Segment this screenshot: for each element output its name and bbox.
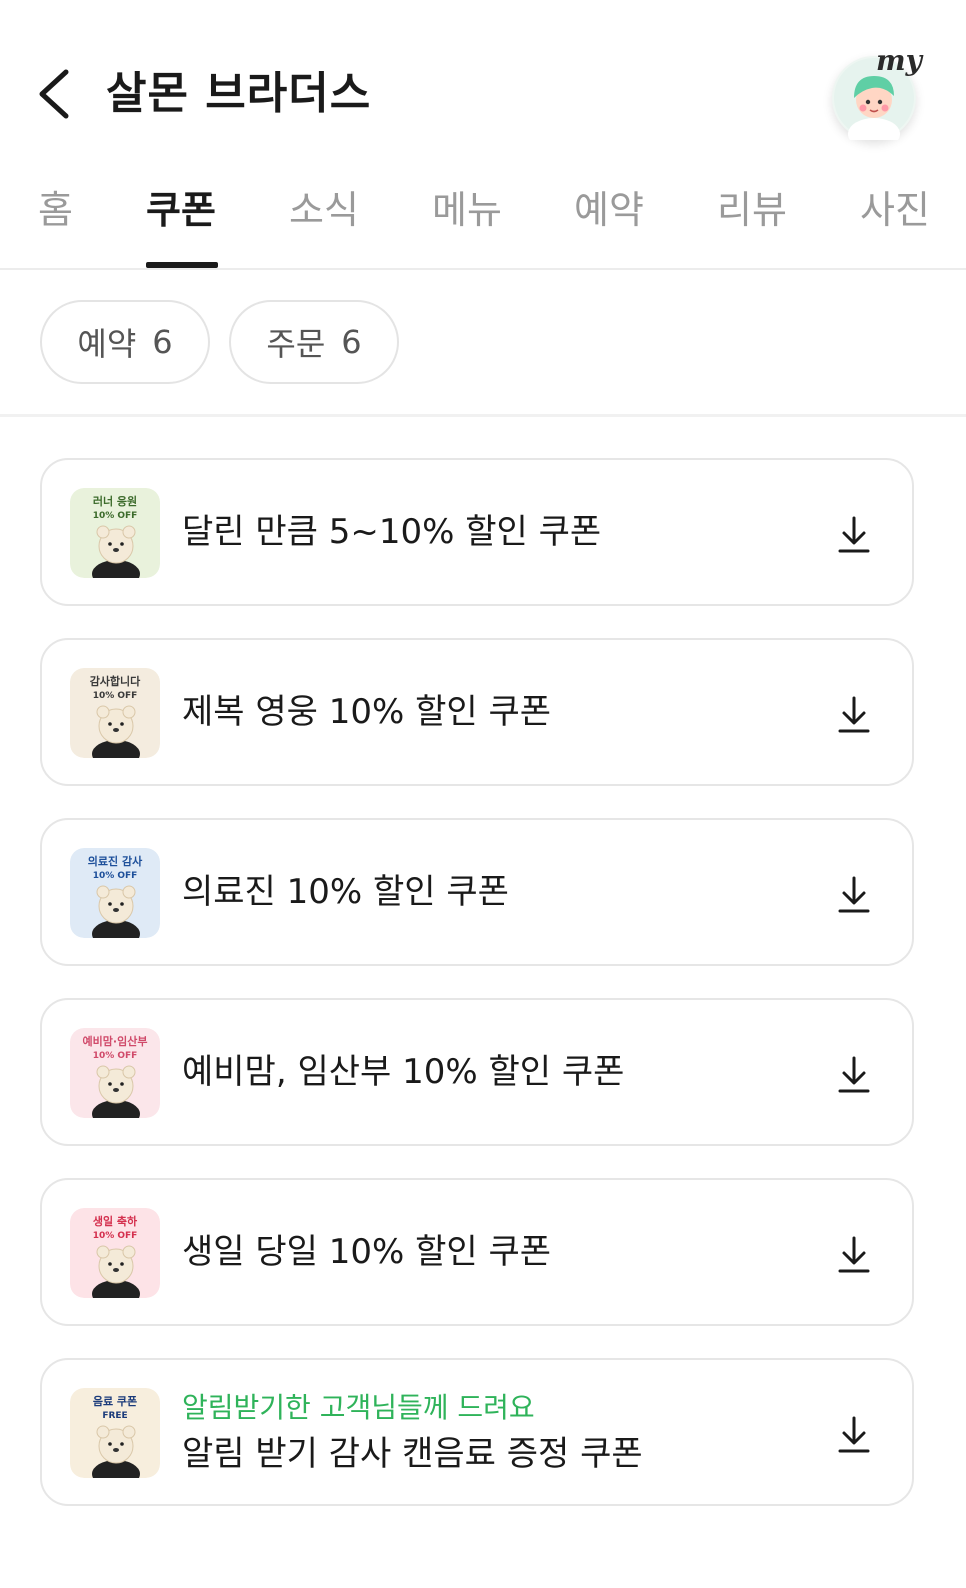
tab-news[interactable]: 소식 bbox=[289, 180, 359, 268]
thumb-line1: 생일 축하 bbox=[93, 1214, 138, 1228]
active-tab-indicator bbox=[146, 262, 218, 268]
back-button[interactable] bbox=[32, 62, 80, 126]
chip-label: 주문 bbox=[266, 325, 326, 363]
thumb-line1: 러너 응원 bbox=[93, 494, 137, 508]
chip-label: 예약 bbox=[77, 325, 137, 363]
my-label: my bbox=[876, 44, 922, 77]
thumb-line2: 10% OFF bbox=[93, 1231, 138, 1241]
download-icon bbox=[838, 1056, 870, 1093]
thumb-line2: 10% OFF bbox=[93, 1051, 138, 1061]
thumb-line2: 10% OFF bbox=[93, 511, 138, 521]
coupon-card[interactable]: 음료 쿠폰 FREE 알림받기한 고객님들께 드려요알림 받기 감사 캔음료 증정 … bbox=[40, 1358, 914, 1506]
coupon-title: 생일 당일 10% 할인 쿠폰 bbox=[182, 1232, 552, 1272]
coupon-thumbnail: 감사합니다 10% OFF bbox=[70, 668, 160, 758]
coupon-thumbnail: 음료 쿠폰 FREE bbox=[70, 1388, 160, 1478]
coupon-card[interactable]: 예비맘·임산부 10% OFF 예비맘, 임산부 10% 할인 쿠폰 bbox=[40, 998, 914, 1146]
download-icon bbox=[838, 876, 870, 913]
coupon-card[interactable]: 의료진 감사 10% OFF 의료진 10% 할인 쿠폰 bbox=[40, 818, 914, 966]
coupon-card[interactable]: 생일 축하 10% OFF 생일 당일 10% 할인 쿠폰 bbox=[40, 1178, 914, 1326]
download-icon bbox=[838, 1236, 870, 1273]
thumb-line1: 예비맘·임산부 bbox=[83, 1034, 148, 1048]
download-icon bbox=[838, 1416, 870, 1453]
coupon-card[interactable]: 러너 응원 10% OFF 달린 만큼 5~10% 할인 쿠폰 bbox=[40, 458, 914, 606]
coupon-title: 예비맘, 임산부 10% 할인 쿠폰 bbox=[182, 1052, 625, 1092]
download-button[interactable] bbox=[832, 872, 876, 916]
thumb-line1: 감사합니다 bbox=[90, 674, 141, 688]
tab-photo[interactable]: 사진 bbox=[860, 180, 930, 268]
download-button[interactable] bbox=[832, 1052, 876, 1096]
section-divider bbox=[0, 414, 966, 417]
filter-chip-order[interactable]: 주문 6 bbox=[229, 300, 399, 384]
download-button[interactable] bbox=[832, 1412, 876, 1456]
coupon-thumbnail: 러너 응원 10% OFF bbox=[70, 488, 160, 578]
download-button[interactable] bbox=[832, 512, 876, 556]
filter-chip-reservation[interactable]: 예약 6 bbox=[40, 300, 210, 384]
tab-review[interactable]: 리뷰 bbox=[717, 180, 787, 268]
thumb-line1: 의료진 감사 bbox=[88, 854, 143, 868]
coupon-thumbnail: 생일 축하 10% OFF bbox=[70, 1208, 160, 1298]
thumb-line2: 10% OFF bbox=[93, 871, 138, 881]
download-button[interactable] bbox=[832, 1232, 876, 1276]
coupon-title: 알림 받기 감사 캔음료 증정 쿠폰 bbox=[182, 1434, 643, 1474]
tab-coupon[interactable]: 쿠폰 bbox=[146, 180, 216, 268]
thumb-line1: 음료 쿠폰 bbox=[93, 1395, 137, 1408]
thumb-line2: FREE bbox=[102, 1411, 127, 1421]
chip-count: 6 bbox=[341, 323, 362, 361]
tab-home[interactable]: 홈 bbox=[38, 180, 73, 268]
download-button[interactable] bbox=[832, 692, 876, 736]
header: 살몬 브라더스 my bbox=[0, 0, 966, 180]
coupon-title: 의료진 10% 할인 쿠폰 bbox=[182, 872, 509, 912]
tab-menu[interactable]: 메뉴 bbox=[432, 180, 502, 268]
coupon-thumbnail: 예비맘·임산부 10% OFF bbox=[70, 1028, 160, 1118]
coupon-subtitle: 알림받기한 고객님들께 드려요 bbox=[182, 1391, 535, 1424]
thumb-line2: 10% OFF bbox=[93, 691, 138, 701]
tab-reservation[interactable]: 예약 bbox=[574, 180, 644, 268]
chevron-left-icon bbox=[39, 69, 69, 119]
download-icon bbox=[838, 696, 870, 733]
coupon-card[interactable]: 감사합니다 10% OFF 제복 영웅 10% 할인 쿠폰 bbox=[40, 638, 914, 786]
coupon-title: 제복 영웅 10% 할인 쿠폰 bbox=[182, 692, 552, 732]
page-title: 살몬 브라더스 bbox=[106, 68, 372, 119]
coupon-thumbnail: 의료진 감사 10% OFF bbox=[70, 848, 160, 938]
tab-bar: 홈 쿠폰 소식 메뉴 예약 리뷰 사진 bbox=[0, 180, 966, 270]
download-icon bbox=[838, 516, 870, 553]
chip-count: 6 bbox=[152, 323, 173, 361]
coupon-title: 달린 만큼 5~10% 할인 쿠폰 bbox=[182, 512, 602, 552]
